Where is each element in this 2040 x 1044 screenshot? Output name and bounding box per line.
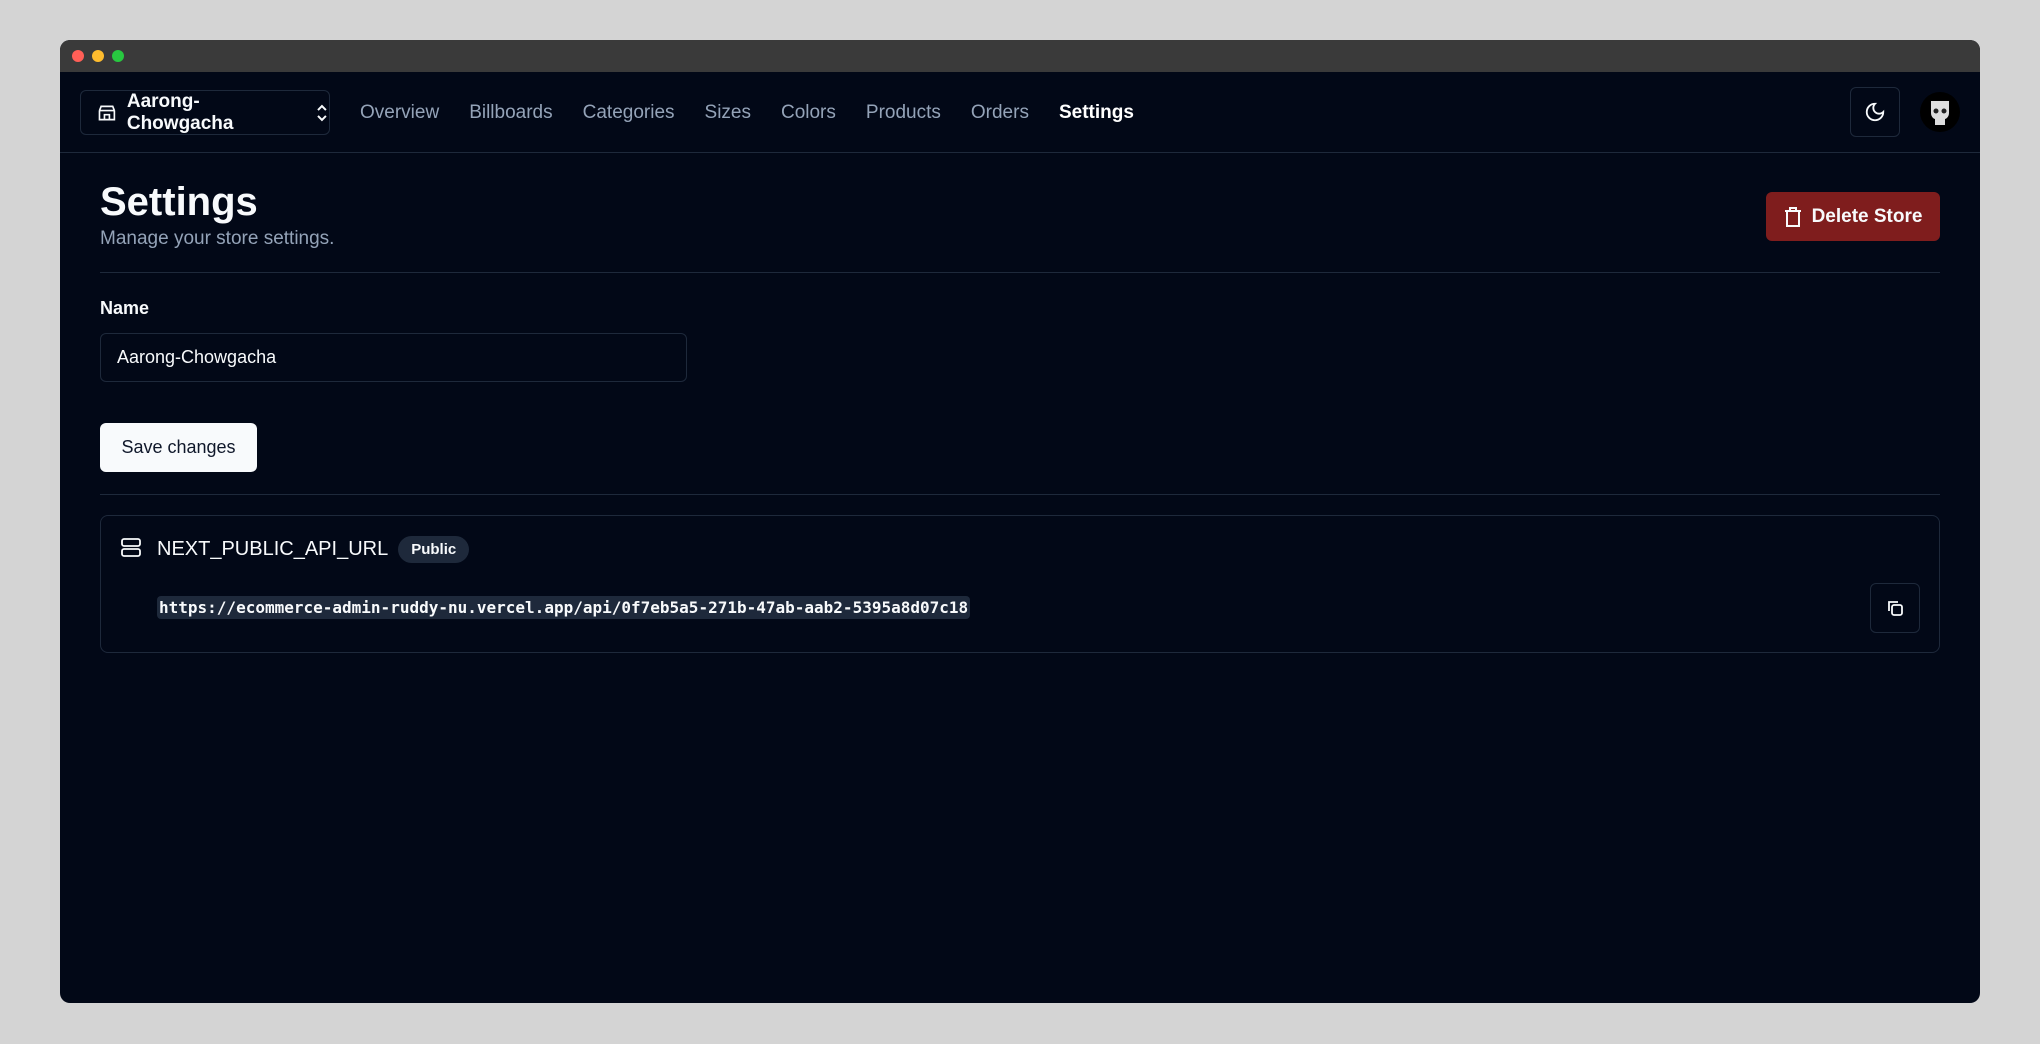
server-icon [121,538,141,557]
page-title: Settings [100,180,258,224]
public-badge: Public [398,536,470,563]
navbar: Aarong-Chowgacha Overview Billboards Cat… [60,72,1980,153]
name-input[interactable] [100,333,687,382]
delete-store-button[interactable]: Delete Store [1766,192,1940,241]
skull-icon [1931,101,1949,125]
store-icon [98,105,116,120]
copy-icon [1888,601,1903,616]
copy-button[interactable] [1870,583,1920,633]
trash-icon [1784,206,1801,227]
browser-window: Aarong-Chowgacha Overview Billboards Cat… [60,40,1980,1003]
nav-overview[interactable]: Overview [360,102,439,124]
moon-icon [1865,102,1885,122]
main-nav: Overview Billboards Categories Sizes Col… [360,72,1134,153]
page-subtitle: Manage your store settings. [100,228,335,249]
divider [100,494,1940,495]
nav-categories[interactable]: Categories [583,102,675,124]
title-bar [60,40,1980,72]
close-dot[interactable] [72,50,84,62]
delete-store-label: Delete Store [1811,205,1923,227]
api-url: https://ecommerce-admin-ruddy-nu.vercel.… [157,596,971,619]
store-switcher[interactable]: Aarong-Chowgacha [80,90,330,135]
nav-settings[interactable]: Settings [1059,102,1134,124]
store-name: Aarong-Chowgacha [126,90,234,134]
nav-sizes[interactable]: Sizes [705,102,751,124]
nav-orders[interactable]: Orders [971,102,1029,124]
theme-toggle-button[interactable] [1850,87,1900,137]
name-label: Name [100,298,150,318]
save-changes-button[interactable]: Save changes [100,423,257,472]
chevrons-up-down-icon [317,104,327,121]
nav-products[interactable]: Products [866,102,941,124]
api-env-name: NEXT_PUBLIC_API_URL [157,538,389,560]
user-avatar[interactable] [1920,92,1960,132]
divider [100,272,1940,273]
maximize-dot[interactable] [112,50,124,62]
minimize-dot[interactable] [92,50,104,62]
api-alert-card: NEXT_PUBLIC_API_URL Public https://ecomm… [100,515,1940,653]
nav-colors[interactable]: Colors [781,102,836,124]
nav-billboards[interactable]: Billboards [469,102,552,124]
api-title-row: NEXT_PUBLIC_API_URL Public [157,536,470,563]
